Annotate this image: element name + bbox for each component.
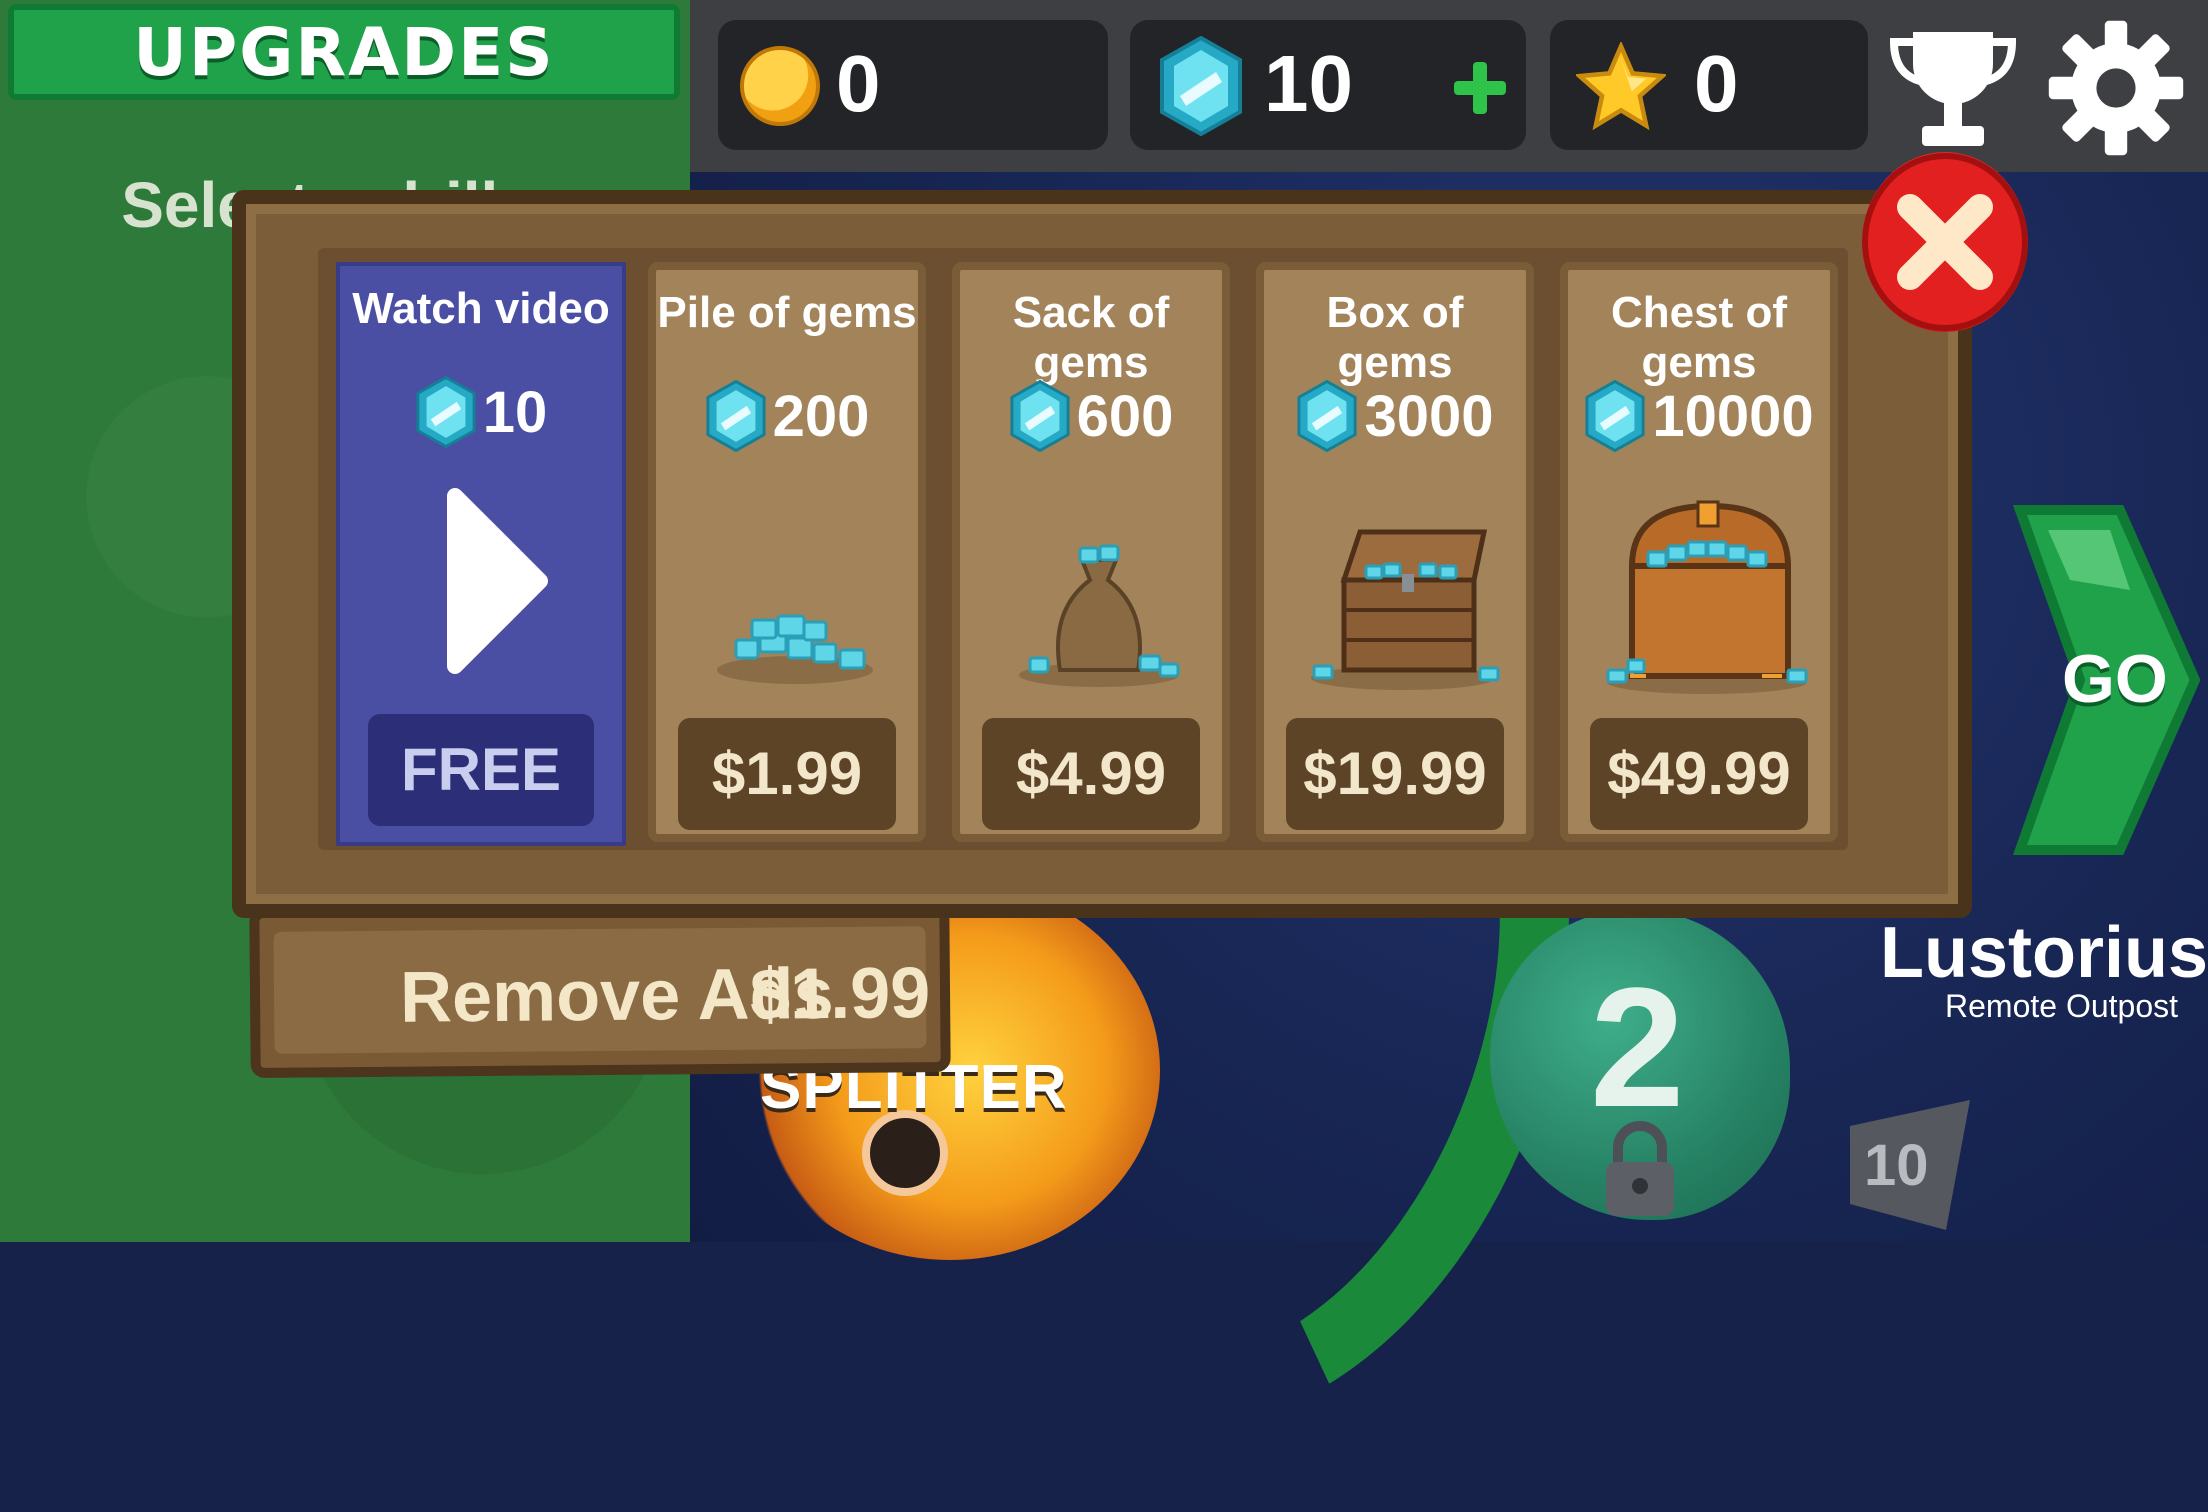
- gem-icon: [1160, 36, 1242, 136]
- planet-number: 2: [1590, 953, 1685, 1143]
- gem-reward: 3000: [1264, 379, 1526, 453]
- pile-of-gems-card[interactable]: Pile of gems 200 $1.99: [648, 262, 926, 842]
- box-of-gems-card[interactable]: Box of gems 3000 $19.99: [1256, 262, 1534, 842]
- gem-icon: [416, 375, 476, 449]
- buy-button[interactable]: $49.99: [1590, 718, 1808, 830]
- gem-sack-image: [1019, 544, 1180, 687]
- planet-name: Lustorius: [1880, 913, 2208, 993]
- watch-video-card[interactable]: Watch video 10 FREE: [336, 262, 626, 846]
- plus-icon[interactable]: [1454, 62, 1506, 114]
- lock-icon: [1606, 1121, 1674, 1216]
- gem-amount: 3000: [1364, 383, 1494, 449]
- gem-amount: 10: [482, 379, 548, 445]
- gem-icon: [1585, 379, 1645, 453]
- remove-ads-button[interactable]: Remove Ads $1.99: [249, 901, 951, 1079]
- gem-pile-image: [717, 614, 873, 684]
- coin-count: 0: [836, 39, 881, 128]
- trophy-icon[interactable]: [1888, 24, 2018, 152]
- gem-reward: 600: [960, 379, 1222, 453]
- card-title: Watch video: [352, 284, 610, 333]
- planet-subtitle: Remote Outpost: [1945, 988, 2178, 1024]
- card-title: Pile of gems: [657, 288, 917, 337]
- card-title: Box of gems: [1326, 288, 1464, 387]
- card-title: Chest of gems: [1611, 288, 1787, 387]
- gear-icon[interactable]: [2046, 18, 2186, 158]
- gem-box-image: [1311, 529, 1500, 690]
- sack-of-gems-card[interactable]: Sack of gems 600 $4.99: [952, 262, 1230, 842]
- remove-ads-price: $1.99: [749, 953, 931, 1035]
- gem-amount: 200: [772, 383, 870, 449]
- gem-counter[interactable]: 10: [1130, 20, 1526, 150]
- buy-button[interactable]: $1.99: [678, 718, 896, 830]
- gem-icon: [1010, 379, 1070, 453]
- star-counter: 0: [1550, 20, 1868, 150]
- gem-chest-image: [1606, 500, 1808, 694]
- gem-count: 10: [1264, 39, 1353, 128]
- play-icon[interactable]: [360, 466, 610, 706]
- gem-reward: 10000: [1568, 379, 1830, 453]
- gem-amount: 600: [1076, 383, 1174, 449]
- gem-amount: 10000: [1652, 383, 1814, 449]
- upgrades-tab[interactable]: UPGRADES: [8, 4, 680, 100]
- buy-button[interactable]: $19.99: [1286, 718, 1504, 830]
- star-count: 0: [1694, 39, 1739, 128]
- coin-icon: [740, 46, 820, 126]
- close-button[interactable]: [1862, 152, 2028, 332]
- free-button[interactable]: FREE: [368, 714, 594, 826]
- coin-counter: 0: [718, 20, 1108, 150]
- gem-reward: 200: [656, 379, 918, 453]
- gem-icon: [1297, 379, 1358, 453]
- go-label: GO: [2062, 641, 2168, 717]
- star-icon: [1576, 42, 1666, 130]
- chest-of-gems-card[interactable]: Chest of gems 10000 $49.99: [1560, 262, 1838, 842]
- card-title: Sack of gems: [1012, 288, 1170, 387]
- buy-button[interactable]: $4.99: [982, 718, 1200, 830]
- gem-reward: 10: [340, 375, 622, 449]
- level-number: 10: [1864, 1133, 1929, 1198]
- gem-icon: [706, 379, 766, 453]
